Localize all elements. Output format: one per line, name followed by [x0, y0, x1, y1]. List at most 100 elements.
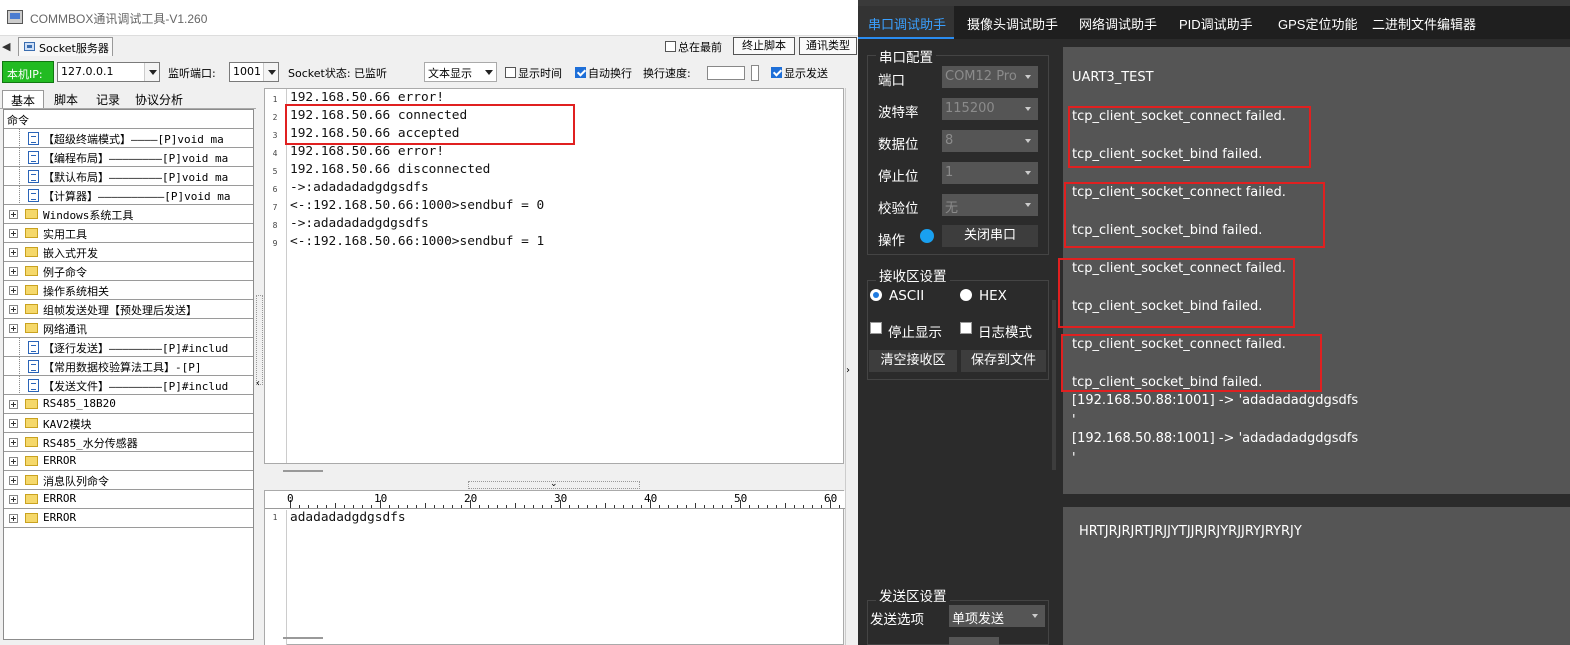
tree-item[interactable]: 【逐行发送】————————[P]#includ — [4, 338, 253, 357]
chevron-left-icon[interactable]: ‹ — [256, 378, 260, 389]
tab-socket-server[interactable]: Socket服务器 — [18, 37, 113, 56]
arrow-left-icon[interactable]: ◀ — [2, 40, 10, 53]
folder-icon — [25, 399, 38, 409]
expand-icon[interactable] — [9, 457, 18, 466]
expand-icon[interactable] — [9, 495, 18, 504]
tree-item[interactable]: ERROR — [4, 509, 253, 528]
expand-icon[interactable] — [9, 286, 18, 295]
expand-icon[interactable] — [9, 305, 18, 314]
expand-icon[interactable] — [9, 476, 18, 485]
tree-item[interactable]: 【编程布局】————————[P]void ma — [4, 148, 253, 167]
wrap-speed-input[interactable] — [707, 66, 745, 80]
local-ip-select[interactable]: 127.0.0.1 — [57, 62, 160, 82]
expand-icon[interactable] — [9, 419, 18, 428]
comm-type-button[interactable]: 通讯类型 — [799, 37, 857, 55]
expand-icon[interactable] — [9, 438, 18, 447]
always-on-top-checkbox[interactable]: 总在最前 — [665, 39, 722, 55]
document-icon — [28, 189, 39, 202]
stop-display-checkbox[interactable] — [870, 322, 882, 334]
tab-tool[interactable]: PID调试助手 — [1169, 6, 1266, 39]
stopbits-label: 停止位 — [878, 169, 919, 185]
show-time-checkbox[interactable]: 显示时间 — [505, 65, 562, 81]
chevron-right-icon[interactable]: › — [846, 365, 850, 376]
tab-script[interactable]: 脚本 — [46, 90, 86, 108]
log-mode-checkbox[interactable] — [960, 322, 972, 334]
tree-item-label: 例子命令 — [43, 266, 87, 279]
expand-icon[interactable] — [9, 514, 18, 523]
tree-item[interactable]: RS485_18B20 — [4, 395, 253, 414]
tree-item[interactable]: 【超级终端模式】————[P]void ma — [4, 129, 253, 148]
splitter-handle[interactable] — [256, 295, 263, 385]
interval-input[interactable] — [949, 637, 999, 645]
tree-item[interactable]: ERROR — [4, 490, 253, 509]
baud-label: 波特率 — [878, 105, 919, 121]
tree-item[interactable]: 【计算器】——————————[P]void ma — [4, 186, 253, 205]
tree-item[interactable]: 【发送文件】————————[P]#includ — [4, 376, 253, 395]
recv-line: tcp_client_socket_bind failed. — [1072, 299, 1263, 314]
ruler-tick — [515, 503, 516, 508]
chevron-down-icon[interactable] — [481, 63, 496, 81]
stopbits-select[interactable]: 1 — [942, 162, 1038, 184]
serial-config-title: 串口配置 — [876, 46, 936, 66]
send-area[interactable]: HRTJRJRJRTJRJJYTJJRJRJYRJJRYJRYRJY — [1063, 507, 1570, 645]
tree-item[interactable]: 嵌入式开发 — [4, 243, 253, 262]
tree-item[interactable]: Windows系统工具 — [4, 205, 253, 224]
tree-item[interactable]: KAV2模块 — [4, 414, 253, 433]
h-scrollbar[interactable] — [283, 470, 323, 472]
tab-basic[interactable]: 基本 — [2, 90, 44, 108]
tab-tool[interactable]: 网络调试助手 — [1069, 6, 1167, 39]
send-text[interactable]: HRTJRJRJRTJRJJYTJJRJRJYRJJRYJRYRJY — [1079, 524, 1302, 539]
close-port-button[interactable]: 关闭串口 — [942, 225, 1038, 247]
hex-radio[interactable] — [960, 289, 972, 301]
port-select[interactable]: COM12 Pro — [942, 66, 1038, 88]
auto-wrap-checkbox[interactable]: 自动换行 — [575, 65, 632, 81]
save-file-button[interactable]: 保存到文件 — [961, 350, 1046, 372]
tab-tool[interactable]: 二进制文件编辑器 — [1362, 6, 1482, 39]
tree-item[interactable]: 组帧发送处理【预处理后发送】 — [4, 300, 253, 319]
expand-icon[interactable] — [9, 210, 18, 219]
tree-item[interactable]: 操作系统相关 — [4, 281, 253, 300]
recv-line: ' — [1072, 451, 1076, 466]
tree-item[interactable]: 消息队列命令 — [4, 471, 253, 490]
show-send-checkbox[interactable]: 显示发送 — [771, 65, 828, 81]
expand-icon[interactable] — [9, 324, 18, 333]
tab-protocol-analysis[interactable]: 协议分析 — [130, 90, 188, 108]
clear-recv-button[interactable]: 清空接收区 — [869, 350, 957, 372]
expand-icon[interactable] — [9, 229, 18, 238]
wrap-speed-spinner[interactable] — [751, 65, 759, 81]
expand-icon[interactable] — [9, 267, 18, 276]
tree-root[interactable]: 命令 — [4, 110, 253, 129]
ruler-tick — [668, 505, 669, 508]
tree-item[interactable]: 【默认布局】————————[P]void ma — [4, 167, 253, 186]
expand-icon[interactable] — [9, 248, 18, 257]
chevron-down-icon[interactable]: ⌄ — [550, 479, 558, 489]
send-option-select[interactable]: 单项发送 — [949, 605, 1045, 627]
ascii-radio[interactable] — [870, 289, 882, 301]
tab-tool[interactable]: 摄像头调试助手 — [957, 6, 1067, 39]
expand-icon[interactable] — [9, 400, 18, 409]
panel-splitter[interactable] — [1052, 300, 1056, 470]
send-text[interactable]: adadadadgdgsdfs — [290, 510, 406, 525]
tree-item[interactable]: 实用工具 — [4, 224, 253, 243]
tree-item[interactable]: 网络通讯 — [4, 319, 253, 338]
ruler-tick — [479, 505, 480, 508]
parity-select[interactable]: 无 — [942, 194, 1038, 216]
tab-record[interactable]: 记录 — [88, 90, 128, 108]
listen-port-select[interactable]: 1001 — [229, 62, 279, 82]
tab-tool[interactable]: GPS定位功能 — [1268, 6, 1360, 39]
display-mode-select[interactable]: 文本显示 — [424, 62, 497, 82]
baud-select[interactable]: 115200 — [942, 98, 1038, 120]
chevron-down-icon[interactable] — [263, 63, 278, 81]
tree-item[interactable]: RS485_水分传感器 — [4, 433, 253, 452]
send-editor[interactable]: 0 10 20 30 40 50 60 1 adadadadgdgsdfs — [264, 490, 849, 645]
tree-item[interactable]: 【常用数据校验算法工具】-[P] — [4, 357, 253, 376]
tree-item[interactable]: 例子命令 — [4, 262, 253, 281]
tree-item[interactable]: ERROR — [4, 452, 253, 471]
stop-script-button[interactable]: 终止脚本 — [733, 37, 795, 55]
chevron-down-icon[interactable] — [144, 63, 159, 81]
databits-select[interactable]: 8 — [942, 130, 1038, 152]
folder-icon — [25, 323, 38, 333]
h-scrollbar[interactable] — [283, 637, 323, 639]
tree-line — [19, 376, 20, 394]
tab-tool[interactable]: 串口调试助手 — [858, 6, 954, 39]
